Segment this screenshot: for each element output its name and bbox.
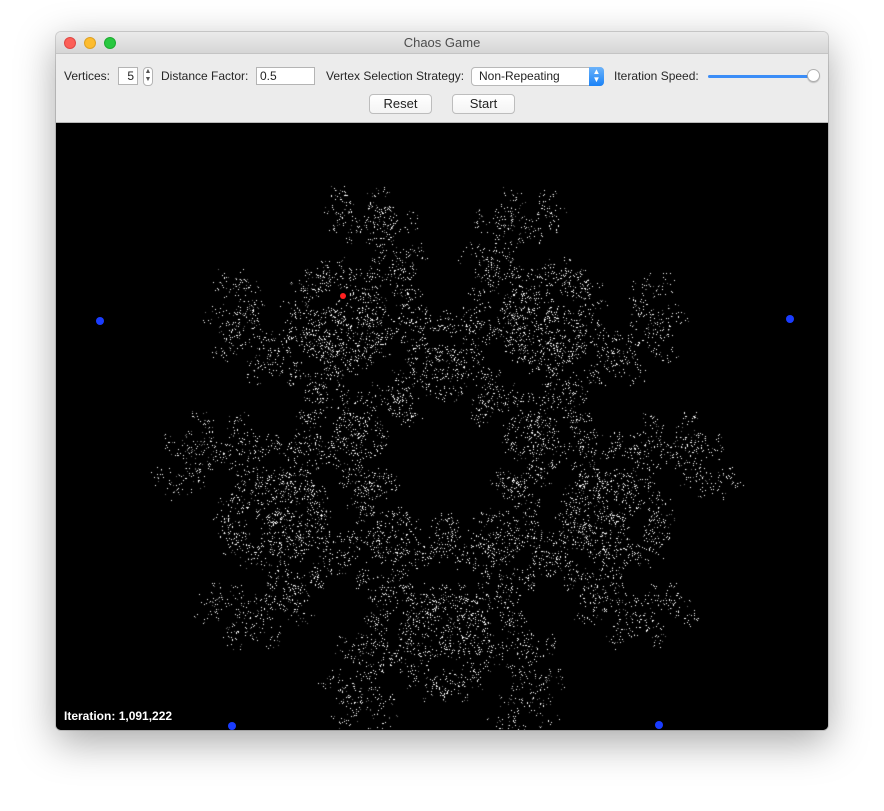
stepper-up-icon[interactable]: ▲ — [144, 68, 152, 76]
strategy-popup[interactable]: Non-Repeating ▲ ▼ — [471, 67, 604, 86]
distance-factor-field[interactable]: 0.5 — [256, 67, 315, 85]
reset-button[interactable]: Reset — [369, 94, 432, 114]
strategy-value: Non-Repeating — [479, 69, 560, 83]
vertices-field[interactable]: 5 — [118, 67, 138, 85]
vertex-point — [96, 317, 104, 325]
iteration-label: Iteration: — [64, 709, 116, 723]
iteration-value: 1,091,222 — [118, 709, 173, 723]
iteration-counter: Iteration: 1,091,222 — [64, 709, 172, 723]
start-button[interactable]: Start — [452, 94, 515, 114]
updown-chevron-icon: ▲ ▼ — [589, 67, 604, 86]
distance-factor-label: Distance Factor: — [161, 69, 249, 83]
title-bar[interactable]: Chaos Game — [56, 32, 828, 54]
app-window: Chaos Game Vertices: 5 ▲ ▼ Distance Fact… — [56, 32, 828, 730]
window-title: Chaos Game — [403, 35, 481, 50]
speed-slider-track[interactable] — [708, 75, 812, 78]
speed-label: Iteration Speed: — [614, 69, 699, 83]
vertex-point — [228, 722, 236, 730]
vertex-overlay — [96, 293, 794, 730]
fractal-canvas[interactable]: Iteration: 1,091,222 — [56, 123, 828, 730]
current-point — [340, 293, 346, 299]
speed-slider-knob[interactable] — [807, 69, 820, 82]
strategy-label: Vertex Selection Strategy: — [326, 69, 465, 83]
vertices-label: Vertices: — [64, 69, 111, 83]
stepper-down-icon[interactable]: ▼ — [144, 76, 152, 84]
vertices-stepper[interactable]: ▲ ▼ — [143, 67, 153, 86]
vertex-point — [786, 315, 794, 323]
vertex-point — [655, 721, 663, 729]
controls-toolbar: Vertices: 5 ▲ ▼ Distance Factor: 0.5 Ver… — [56, 54, 828, 123]
